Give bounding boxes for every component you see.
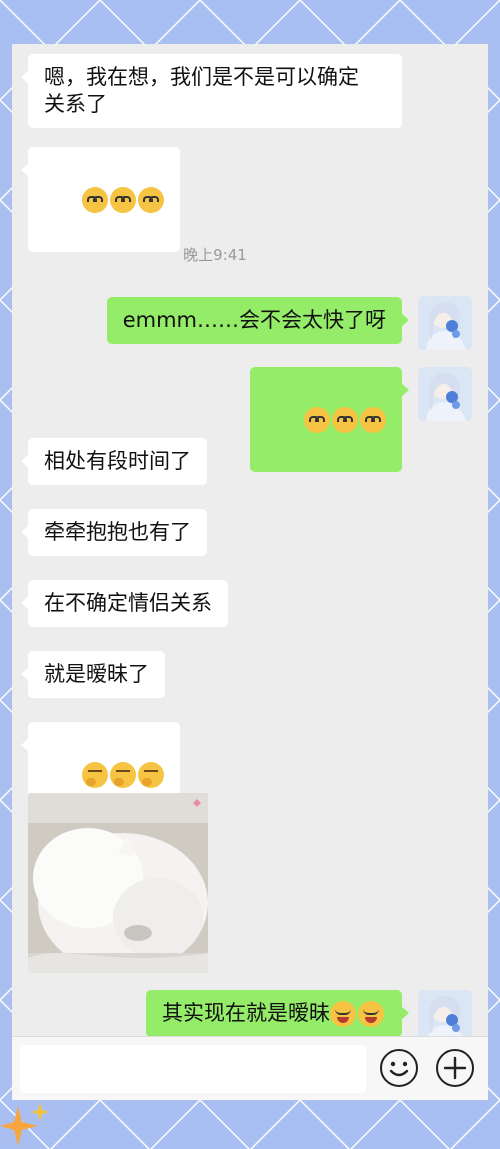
cat-emoji-icon (360, 407, 386, 433)
thinking-emoji-icon (110, 762, 137, 788)
message-row: emmm……会不会太快了呀 (106, 297, 410, 344)
cat-emoji-icon (82, 187, 109, 213)
message-bubble[interactable]: 其实现在就是暧昧 (146, 990, 409, 1037)
message-bubble[interactable]: emmm……会不会太快了呀 (106, 297, 410, 344)
cat-emoji-icon (332, 407, 358, 433)
message-row (249, 367, 410, 472)
message-row: 牵牵抱抱也有了 (21, 509, 207, 556)
sparkle-icon (0, 1102, 50, 1146)
avatar[interactable] (418, 296, 472, 350)
emoji-bubble[interactable] (20, 147, 181, 252)
cat-emoji-icon (138, 187, 165, 213)
smile-icon[interactable] (380, 1049, 418, 1087)
message-bubble[interactable]: 牵牵抱抱也有了 (21, 509, 207, 556)
white-dog-photo[interactable] (28, 793, 208, 973)
thinking-emoji-icon (82, 762, 109, 788)
cat-emoji-icon (110, 187, 137, 213)
message-bubble[interactable]: 嗯，我在想，我们是不是可以确定 关系了 (21, 54, 402, 128)
message-bubble[interactable]: 相处有段时间了 (21, 438, 207, 485)
message-row: 在不确定情侣关系 (21, 580, 228, 627)
laughing-crying-emoji-icon (358, 1001, 384, 1027)
timestamp: 晚上9:41 (183, 246, 247, 264)
message-input[interactable] (20, 1045, 366, 1093)
avatar[interactable] (418, 367, 472, 421)
message-row (20, 147, 181, 252)
message-bubble[interactable]: 在不确定情侣关系 (21, 580, 228, 627)
input-bar (12, 1036, 488, 1100)
plus-icon[interactable] (436, 1049, 474, 1087)
emoji-bubble[interactable] (249, 367, 410, 472)
message-text: 其实现在就是暧昧 (162, 1001, 330, 1025)
message-row: 嗯，我在想，我们是不是可以确定 关系了 (21, 54, 402, 128)
message-row: 相处有段时间了 (21, 438, 207, 485)
message-row: 其实现在就是暧昧 (146, 990, 409, 1037)
laughing-crying-emoji-icon (330, 1001, 356, 1027)
message-bubble[interactable]: 就是暧昧了 (21, 651, 165, 698)
message-row: 就是暧昧了 (21, 651, 165, 698)
cat-emoji-icon (304, 407, 330, 433)
thinking-emoji-icon (138, 762, 165, 788)
chat-window: 嗯，我在想，我们是不是可以确定 关系了 晚上9:41 emmm……会不会太快了呀 (12, 44, 488, 1100)
